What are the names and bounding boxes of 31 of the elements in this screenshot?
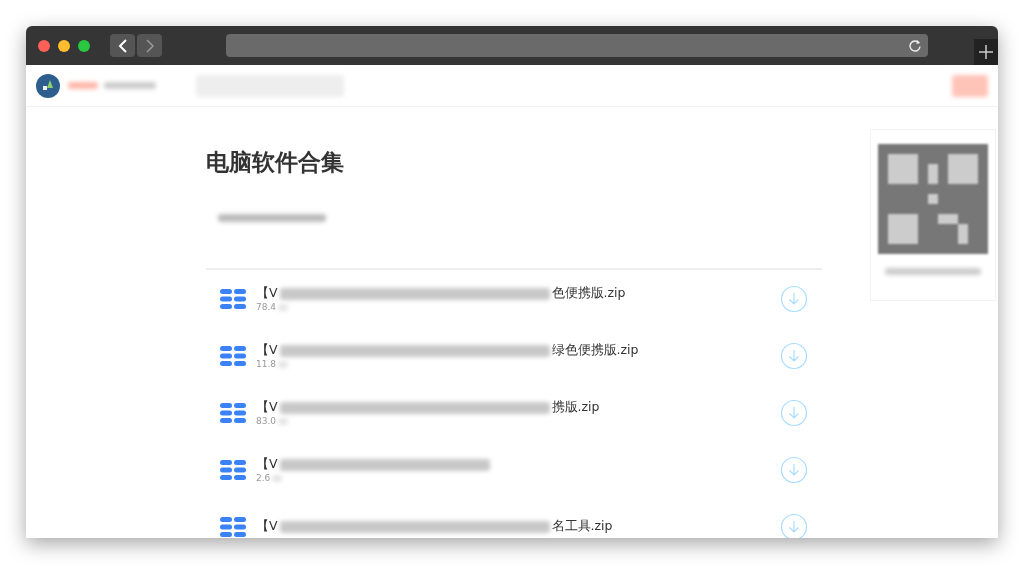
- file-icon: [220, 516, 246, 537]
- file-name-end[interactable]: 色便携版.zip: [551, 285, 626, 302]
- file-size: 11.8: [256, 359, 277, 369]
- redacted-logo-text: [68, 82, 98, 89]
- file-icon: [220, 459, 246, 480]
- reload-icon[interactable]: [908, 38, 922, 53]
- page-title: 电脑软件合集: [206, 148, 345, 177]
- file-size: 78.4: [256, 302, 277, 312]
- minimize-button[interactable]: [58, 39, 70, 52]
- plus-icon: [979, 45, 993, 59]
- close-button[interactable]: [38, 39, 50, 52]
- logo-icon[interactable]: [36, 73, 60, 98]
- file-name-end[interactable]: 绿色便携版.zip: [551, 342, 639, 359]
- file-size: 83.0: [256, 416, 277, 426]
- chevron-left-icon: [117, 38, 128, 53]
- file-name-end[interactable]: 名工具.zip: [551, 518, 613, 535]
- redacted-site-name: [104, 82, 156, 89]
- back-button[interactable]: [110, 34, 135, 57]
- file-size: 2.6: [256, 473, 271, 483]
- file-name-start[interactable]: 【V: [256, 399, 278, 416]
- file-name-start[interactable]: 【V: [256, 518, 278, 535]
- file-name-start[interactable]: 【V: [256, 285, 278, 302]
- file-icon: [220, 345, 246, 366]
- file-name-start[interactable]: 【V: [256, 342, 278, 359]
- file-name-start[interactable]: 【V: [256, 456, 278, 473]
- new-tab-button[interactable]: [974, 39, 998, 65]
- file-name-end[interactable]: 携版.zip: [551, 399, 600, 416]
- file-icon: [220, 288, 246, 309]
- chevron-right-icon: [144, 38, 155, 53]
- file-icon: [220, 402, 246, 423]
- maximize-button[interactable]: [78, 39, 90, 52]
